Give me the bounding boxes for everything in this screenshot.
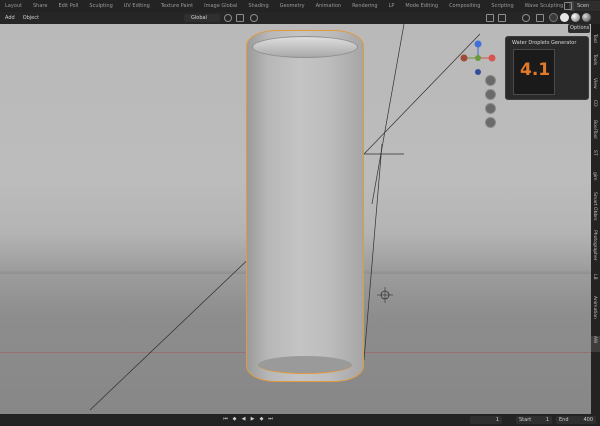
scene-selector[interactable]: Scen <box>574 1 600 11</box>
pan-hand-icon[interactable] <box>485 89 496 100</box>
visibility-icon[interactable] <box>486 14 494 22</box>
object-menu[interactable]: Object <box>20 14 42 23</box>
screen-layout-icon[interactable] <box>564 2 572 10</box>
sidebar-tab-label: Tools <box>592 54 597 66</box>
sidebar-tab-label: ST <box>592 150 597 156</box>
workspace-tab[interactable]: Texture Paint <box>156 1 198 11</box>
end-value: 400 <box>583 417 593 423</box>
gizmo-y-axis-icon[interactable] <box>475 55 481 61</box>
gizmo-z-axis-icon[interactable] <box>474 40 482 48</box>
panel-title: Water Droplets Generator <box>512 40 577 46</box>
water-droplets-panel: Water Droplets Generator 4.1 <box>505 36 589 100</box>
sidebar-tab-label: BoolTool <box>592 120 597 139</box>
workspace-tab[interactable]: Rendering <box>347 1 383 11</box>
start-frame-field[interactable]: Start 1 <box>516 416 552 424</box>
can-bottom-rim <box>258 356 352 374</box>
perspective-toggle-icon[interactable] <box>485 117 496 128</box>
keyframe-next-icon[interactable]: ◆ <box>258 416 265 423</box>
sidebar-tab-label: CD <box>592 100 597 107</box>
sidebar-tab-label: LB <box>592 274 597 280</box>
workspace-tab[interactable]: Wave Sculpting <box>520 1 569 11</box>
gizmo-x-axis-icon[interactable] <box>488 54 496 62</box>
gizmo-toggle-icon[interactable] <box>498 14 506 22</box>
transform-orientation-dropdown[interactable]: Global <box>184 14 220 22</box>
camera-line-vertical <box>371 24 405 205</box>
start-value: 1 <box>545 417 549 423</box>
sidebar-tab[interactable]: gim <box>591 172 600 186</box>
sidebar-tab[interactable]: Tools <box>591 54 600 72</box>
sidebar-tab[interactable]: View <box>591 78 600 94</box>
overlays-icon[interactable] <box>522 14 530 22</box>
sidebar-tab-label: gim <box>592 172 597 181</box>
workspace-bar: Layout Share Edit Poll Sculpting UV Editing T… <box>0 0 600 12</box>
zoom-icon[interactable] <box>485 75 496 86</box>
sidebar-tab-label: Photographer <box>592 230 597 261</box>
workspace-tab[interactable]: Mode Editing <box>400 1 443 11</box>
play-icon[interactable]: ▶ <box>249 416 256 423</box>
sidebar-tab[interactable]: Tool <box>591 34 600 48</box>
workspace-tab[interactable]: Share <box>28 1 52 11</box>
options-dropdown[interactable]: Options <box>568 24 590 33</box>
navigation-gizmo[interactable] <box>460 40 496 76</box>
sidebar-tab-label: AW <box>592 336 597 344</box>
camera-frame-line <box>363 143 383 361</box>
workspace-tab[interactable]: Image Global <box>199 1 242 11</box>
pivot-point-icon[interactable] <box>224 14 232 22</box>
addon-thumbnail: 4.1 <box>513 49 555 95</box>
sidebar-tabs: Tool Tools View CD BoolTool ST gim Smart Obbrs P… <box>591 34 600 414</box>
wireframe-shading-icon[interactable] <box>549 13 558 22</box>
sidebar-tab[interactable]: AW <box>591 336 600 352</box>
thumbnail-version-text: 4.1 <box>520 60 551 80</box>
camera-line <box>363 33 481 155</box>
workspace-tabs: Layout Share Edit Poll Sculpting UV Editing T… <box>0 1 600 11</box>
3d-cursor-icon <box>377 287 393 303</box>
proportional-editing-icon[interactable] <box>250 14 258 22</box>
viewport-header: Add Object <box>0 12 600 24</box>
add-menu[interactable]: Add <box>2 14 18 23</box>
workspace-tab[interactable]: Layout <box>0 1 27 11</box>
workspace-tab[interactable]: Geometry <box>275 1 310 11</box>
jump-start-icon[interactable]: ⏮ <box>222 416 229 423</box>
sidebar-tab[interactable]: LB <box>591 274 600 290</box>
workspace-tab[interactable]: UV Editing <box>119 1 155 11</box>
sidebar-tab[interactable]: Photographer <box>591 230 600 268</box>
soda-can-object[interactable] <box>246 30 364 382</box>
jump-end-icon[interactable]: ⏭ <box>267 416 274 423</box>
sidebar-tab[interactable]: Smart Obbrs <box>591 192 600 224</box>
start-label: Start <box>519 417 532 423</box>
solid-shading-icon[interactable] <box>560 13 569 22</box>
sidebar-tab[interactable]: ST <box>591 150 600 166</box>
sidebar-tab-label: View <box>592 78 597 89</box>
gizmo-neg-z-axis-icon[interactable] <box>475 69 481 75</box>
end-frame-field[interactable]: End 400 <box>556 416 596 424</box>
rendered-shading-icon[interactable] <box>582 13 591 22</box>
timeline-bar: ⏮ ◆ ◀ ▶ ◆ ⏭ 1 Start 1 End 400 <box>0 414 600 426</box>
keyframe-prev-icon[interactable]: ◆ <box>231 416 238 423</box>
sidebar-tab-label: Tool <box>592 34 597 43</box>
sidebar-tab[interactable]: Animation <box>591 296 600 330</box>
workspace-tab[interactable]: Sculpting <box>84 1 117 11</box>
workspace-tab[interactable]: Compositing <box>444 1 485 11</box>
sidebar-tab-label: Smart Obbrs <box>592 192 597 221</box>
sidebar-tab[interactable]: BoolTool <box>591 120 600 144</box>
material-shading-icon[interactable] <box>571 13 580 22</box>
camera-view-icon[interactable] <box>485 103 496 114</box>
end-label: End <box>559 417 569 423</box>
workspace-tab[interactable]: LP <box>384 1 400 11</box>
workspace-tab[interactable]: Scripting <box>486 1 518 11</box>
workspace-tab[interactable]: Animation <box>311 1 347 11</box>
sidebar-tab-label: Animation <box>592 296 597 319</box>
gizmo-neg-x-axis-icon[interactable] <box>460 54 468 62</box>
workspace-tab[interactable]: Edit Poll <box>53 1 83 11</box>
sidebar-tab[interactable]: CD <box>591 100 600 114</box>
xray-icon[interactable] <box>536 14 544 22</box>
play-reverse-icon[interactable]: ◀ <box>240 416 247 423</box>
snap-icon[interactable] <box>236 14 244 22</box>
can-top-rim <box>252 36 358 58</box>
workspace-tab[interactable]: Shading <box>243 1 273 11</box>
current-frame-field[interactable]: 1 <box>470 416 502 424</box>
